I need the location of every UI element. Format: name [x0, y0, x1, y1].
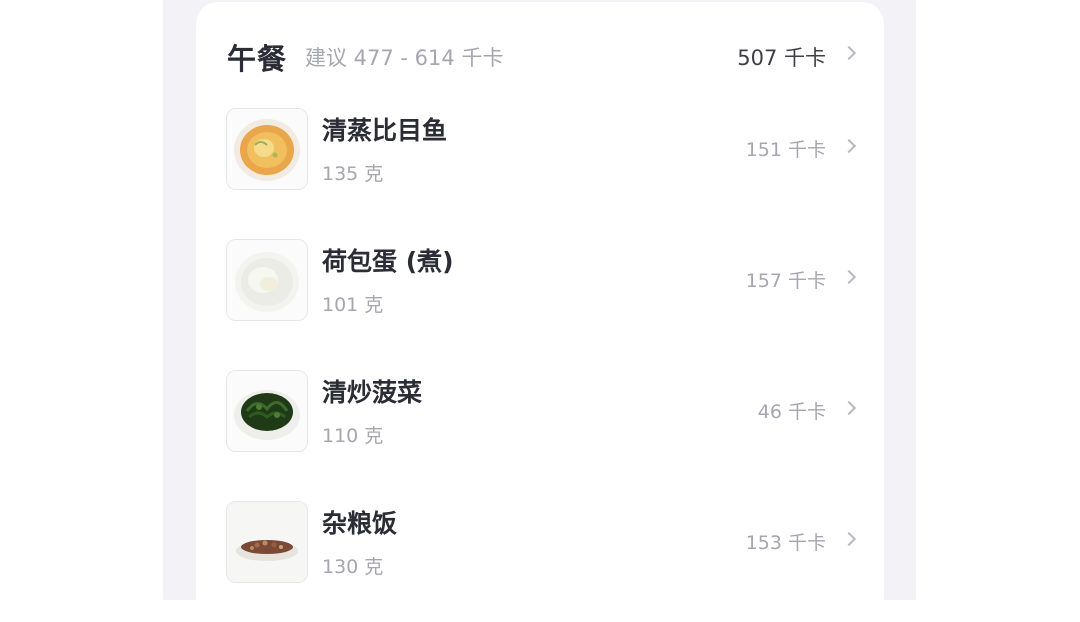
food-calories: 157 千卡 [745, 270, 826, 292]
poached-egg-icon [226, 239, 308, 321]
chevron-right-icon[interactable] [841, 45, 857, 61]
food-calories: 153 千卡 [745, 532, 826, 554]
meal-title: 午餐 [227, 42, 288, 76]
food-name: 杂粮饭 [322, 509, 398, 538]
food-calories: 151 千卡 [745, 139, 826, 161]
multigrain-rice-icon [226, 501, 308, 583]
spinach-icon [226, 370, 308, 452]
food-calories: 46 千卡 [757, 401, 826, 423]
food-weight: 130 克 [322, 556, 384, 578]
food-item-multigrain-rice[interactable]: 杂粮饭 130 克 153 千卡 [226, 501, 857, 583]
chevron-right-icon[interactable] [841, 531, 857, 547]
meal-card: 午餐 建议 477 - 614 千卡 507 千卡 清蒸比目鱼 135 克 15… [196, 2, 884, 622]
food-item-steamed-fish[interactable]: 清蒸比目鱼 135 克 151 千卡 [226, 108, 857, 190]
chevron-right-icon[interactable] [841, 400, 857, 416]
chevron-right-icon[interactable] [841, 269, 857, 285]
meal-total-calories: 507 千卡 [737, 46, 826, 70]
meal-suggestion: 建议 477 - 614 千卡 [305, 46, 504, 70]
food-item-poached-egg[interactable]: 荷包蛋 (煮) 101 克 157 千卡 [226, 239, 857, 321]
food-weight: 135 克 [322, 163, 384, 185]
food-name: 荷包蛋 (煮) [322, 247, 454, 276]
food-name: 清蒸比目鱼 [322, 116, 448, 145]
food-name: 清炒菠菜 [322, 378, 423, 407]
chevron-right-icon[interactable] [841, 138, 857, 154]
food-item-stir-fried-spinach[interactable]: 清炒菠菜 110 克 46 千卡 [226, 370, 857, 452]
food-weight: 101 克 [322, 294, 384, 316]
steamed-fish-icon [226, 108, 308, 190]
food-weight: 110 克 [322, 425, 384, 447]
meal-header[interactable]: 午餐 建议 477 - 614 千卡 507 千卡 [227, 34, 857, 76]
